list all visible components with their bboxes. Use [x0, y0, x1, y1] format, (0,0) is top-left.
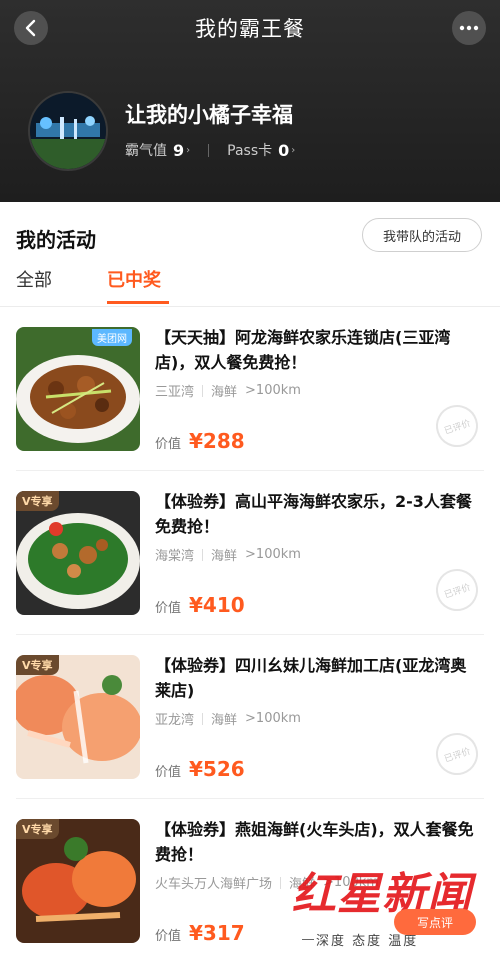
meta-separator [280, 876, 282, 889]
avatar[interactable] [28, 91, 108, 171]
meta-separator [202, 548, 204, 561]
location: 亚龙湾 [155, 713, 195, 728]
price-label: 价值 [155, 929, 182, 944]
divider [302, 939, 314, 940]
reviewed-stamp-icon: 已评价 [430, 727, 484, 781]
location: 海棠湾 [155, 549, 195, 564]
team-activities-button[interactable]: 我带队的活动 [362, 218, 482, 252]
news-watermark: 红星新闻 深度 态度 温度 [292, 858, 492, 958]
card-title: 【体验券】四川幺妹儿海鲜加工店(亚龙湾奥莱店) [155, 656, 467, 700]
card-meta: 海棠湾 海鲜 >100km [155, 545, 301, 564]
price-label: 价值 [155, 437, 182, 452]
more-dots-icon [459, 25, 479, 31]
more-button[interactable] [452, 11, 486, 45]
stat-label: 霸气值 [125, 143, 167, 159]
dish-image: V专享 [16, 655, 140, 779]
avatar-photo [30, 93, 106, 169]
card-price: 价值 ¥317 [155, 921, 245, 945]
category: 海鲜 [211, 549, 238, 564]
price-value: ¥526 [189, 757, 245, 781]
active-tab-indicator [107, 301, 169, 304]
vip-badge: V专享 [16, 491, 59, 511]
write-review-button[interactable]: 写点评 [394, 909, 476, 935]
meta-separator [202, 712, 204, 725]
card-title: 【天天抽】阿龙海鲜农家乐连锁店(三亚湾店)，双人餐免费抢！ [155, 328, 451, 372]
vip-badge: V专享 [16, 655, 59, 675]
card-price: 价值 ¥288 [155, 429, 245, 453]
location: 三亚湾 [155, 385, 195, 400]
card-price: 价值 ¥526 [155, 757, 245, 781]
stat-value[interactable]: 9 [173, 141, 184, 160]
category: 海鲜 [211, 713, 238, 728]
profile-header: 我的霸王餐 让我的小橘子幸福 霸气值 9 › Pass卡 0 › [0, 0, 500, 202]
section-title: 我的活动 [16, 228, 96, 252]
card-title: 【体验券】高山平海海鲜农家乐，2-3人套餐免费抢！ [155, 492, 472, 536]
card-meta: 三亚湾 海鲜 >100km [155, 381, 301, 400]
tab-bar: 全部 已中奖 [0, 264, 500, 307]
distance: >100km [245, 711, 301, 726]
dish-image: 美团网 [16, 327, 140, 451]
activity-card[interactable]: 美团网 【天天抽】阿龙海鲜农家乐连锁店(三亚湾店)，双人餐免费抢！ 三亚湾 海鲜… [0, 307, 500, 471]
divider [208, 143, 210, 157]
price-label: 价值 [155, 765, 182, 780]
category: 海鲜 [211, 385, 238, 400]
chevron-right-icon: › [186, 144, 191, 156]
tab-all[interactable]: 全部 [16, 266, 52, 292]
card-price: 价值 ¥410 [155, 593, 245, 617]
dish-image: V专享 [16, 819, 140, 943]
page-title: 我的霸王餐 [195, 17, 305, 41]
username: 让我的小橘子幸福 [125, 103, 293, 127]
location: 火车头万人海鲜广场 [155, 877, 273, 892]
tab-won[interactable]: 已中奖 [107, 266, 161, 292]
meta-separator [202, 384, 204, 397]
distance: >100km [245, 547, 301, 562]
stat-value[interactable]: 0 [278, 141, 289, 160]
brand-tag: 美团网 [92, 329, 132, 346]
price-value: ¥288 [189, 429, 245, 453]
distance: >100km [245, 383, 301, 398]
dish-image: V专享 [16, 491, 140, 615]
user-stats: 霸气值 9 › Pass卡 0 › [125, 140, 295, 160]
card-meta: 亚龙湾 海鲜 >100km [155, 709, 301, 728]
chevron-right-icon: › [291, 144, 296, 156]
vip-badge: V专享 [16, 819, 59, 839]
activity-card[interactable]: V专享 【体验券】四川幺妹儿海鲜加工店(亚龙湾奥莱店) 亚龙湾 海鲜 >100k… [0, 635, 500, 799]
reviewed-stamp-icon: 已评价 [430, 563, 484, 617]
reviewed-stamp-icon: 已评价 [430, 399, 484, 453]
activity-card[interactable]: V专享 【体验券】高山平海海鲜农家乐，2-3人套餐免费抢！ 海棠湾 海鲜 >10… [0, 471, 500, 635]
price-label: 价值 [155, 601, 182, 616]
stat-label: Pass卡 [227, 143, 273, 159]
price-value: ¥410 [189, 593, 245, 617]
price-value: ¥317 [189, 921, 245, 945]
